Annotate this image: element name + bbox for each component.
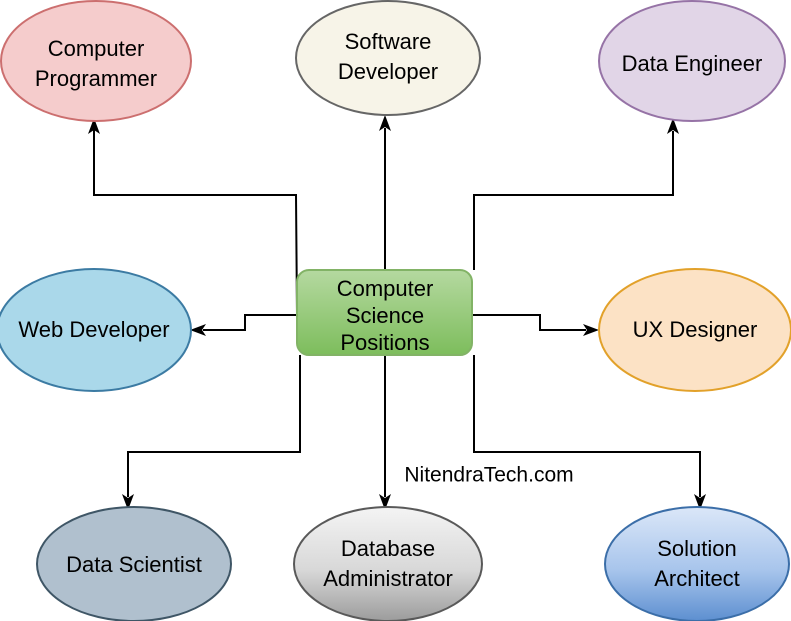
node-label-line1: Solution: [657, 536, 737, 561]
node-label-line1: Computer: [48, 36, 145, 61]
diagram-root: Computer Programmer Software Developer D…: [0, 0, 791, 621]
node-shape[interactable]: [604, 506, 790, 621]
node-label-line2: Architect: [654, 566, 740, 591]
center-label-line3: Positions: [340, 330, 429, 355]
node-label-line2: Developer: [338, 59, 438, 84]
connector-line: [473, 131, 674, 270]
node-software-developer[interactable]: Software Developer: [295, 0, 481, 116]
node-shape[interactable]: [293, 506, 483, 621]
node-label-line1: Data Scientist: [66, 552, 202, 577]
node-label-line1: Data Engineer: [622, 51, 763, 76]
node-shape[interactable]: [0, 0, 192, 122]
diagram-canvas: Computer Programmer Software Developer D…: [0, 0, 791, 621]
node-label-line1: Software: [345, 29, 432, 54]
node-label-line1: UX Designer: [633, 317, 758, 342]
connector-to-software-developer: [379, 115, 391, 270]
node-label-line2: Administrator: [323, 566, 453, 591]
connector-to-data-engineer: [473, 118, 679, 270]
node-ux-designer[interactable]: UX Designer: [598, 268, 791, 392]
center-label-line2: Science: [346, 303, 424, 328]
node-computer-programmer[interactable]: Computer Programmer: [0, 0, 192, 122]
node-label-line2: Programmer: [35, 66, 157, 91]
node-data-engineer[interactable]: Data Engineer: [598, 0, 786, 122]
center-label-line1: Computer: [337, 276, 434, 301]
connector-to-ux-designer: [472, 314, 599, 336]
connector-to-database-administrator: [379, 355, 391, 510]
watermark-text: NitendraTech.com: [404, 464, 573, 487]
node-data-scientist[interactable]: Data Scientist: [36, 506, 232, 621]
node-web-developer[interactable]: Web Developer: [0, 268, 192, 392]
connector-line: [472, 314, 586, 331]
node-label-line1: Web Developer: [18, 317, 169, 342]
node-solution-architect[interactable]: Solution Architect: [604, 506, 790, 621]
connector-line: [203, 314, 297, 331]
node-label-line1: Database: [341, 536, 435, 561]
connector-to-web-developer: [190, 314, 297, 336]
node-computer-science-positions[interactable]: Computer Science Positions: [296, 269, 473, 356]
node-database-administrator[interactable]: Database Administrator: [293, 506, 483, 621]
